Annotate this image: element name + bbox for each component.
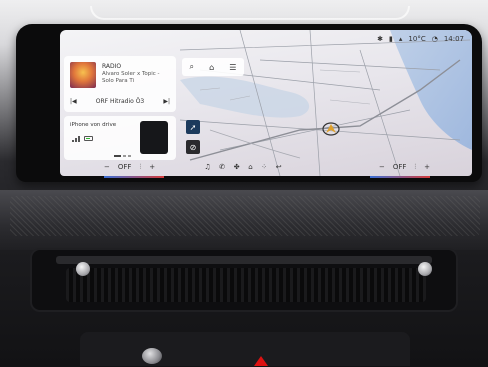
status-bar: ✱ ▮ ▴ 10°C ◔ 14:07 bbox=[377, 33, 464, 45]
page-indicator bbox=[114, 155, 131, 157]
media-track: Alvaro Soler x Topic - Solo Para Ti bbox=[102, 71, 160, 84]
infotainment-screen: ✱ ▮ ▴ 10°C ◔ 14:07 RADIO Alvaro Soler x … bbox=[60, 30, 472, 176]
skip-back-icon[interactable]: |◀ bbox=[70, 98, 77, 105]
climate-indicator-right bbox=[370, 176, 430, 178]
volume-knob[interactable] bbox=[142, 348, 162, 364]
back-icon[interactable]: ↩ bbox=[276, 163, 282, 171]
phone-device-icon bbox=[140, 121, 168, 154]
phone-icon[interactable]: ✆ bbox=[219, 163, 225, 171]
phone-label: iPhone von drive bbox=[70, 122, 117, 128]
signal-icon bbox=[72, 136, 80, 142]
vent-knob-left[interactable] bbox=[76, 262, 90, 276]
phone-widget[interactable]: iPhone von drive bbox=[64, 116, 176, 160]
bluetooth-icon: ✱ bbox=[377, 35, 384, 43]
apps-icon[interactable]: ⁘ bbox=[261, 163, 267, 171]
climate-left: − OFF ⫶ + bbox=[104, 163, 155, 172]
navigation-arrow-icon bbox=[322, 122, 340, 136]
map-toolbar: ⌕ ⌂ ☰ bbox=[182, 58, 244, 76]
temp-value-right: OFF bbox=[392, 163, 407, 171]
battery-icon bbox=[84, 136, 93, 141]
clock: 14:07 bbox=[443, 35, 464, 43]
car-interior-scene: ✱ ▮ ▴ 10°C ◔ 14:07 RADIO Alvaro Soler x … bbox=[0, 0, 488, 367]
app-dock: ♫ ✆ ✤ ⌂ ⁘ ↩ bbox=[200, 163, 286, 171]
search-icon[interactable]: ⌕ bbox=[190, 62, 194, 72]
map-layer-button[interactable]: ⊘ bbox=[186, 140, 200, 154]
climate-indicator-left bbox=[104, 176, 164, 178]
climate-right: − OFF ⫶ + bbox=[379, 163, 430, 172]
temp-decrease-right[interactable]: − bbox=[379, 163, 385, 171]
vent-knob-right[interactable] bbox=[418, 262, 432, 276]
temp-increase-left[interactable]: + bbox=[149, 163, 155, 171]
temperature-readout: 10°C bbox=[408, 35, 426, 43]
dashboard-texture bbox=[10, 196, 480, 236]
wifi-icon: ◔ bbox=[431, 35, 438, 43]
temp-value-left: OFF bbox=[117, 163, 132, 171]
album-art bbox=[70, 62, 96, 88]
ceiling-light bbox=[90, 6, 410, 20]
fan-icon[interactable]: ✤ bbox=[234, 163, 240, 171]
battery-icon: ▮ bbox=[389, 35, 393, 43]
station-name: ORF Hitradio Ö3 bbox=[95, 97, 145, 105]
media-widget[interactable]: RADIO Alvaro Soler x Topic - Solo Para T… bbox=[64, 56, 176, 112]
home-icon[interactable]: ⌂ bbox=[248, 163, 252, 171]
temp-decrease-left[interactable]: − bbox=[104, 163, 110, 171]
signal-icon: ▴ bbox=[398, 35, 403, 43]
climate-dock: − OFF ⫶ + ♫ ✆ ✤ ⌂ ⁘ ↩ − OFF ⫶ + bbox=[60, 158, 472, 176]
seat-heat-right-icon[interactable]: ⫶ bbox=[414, 163, 416, 172]
skip-forward-icon[interactable]: ▶| bbox=[163, 98, 170, 105]
lower-console bbox=[80, 332, 410, 366]
map-orientation-button[interactable]: ➚ bbox=[186, 120, 200, 134]
media-controls: |◀ ORF Hitradio Ö3 ▶| bbox=[70, 96, 170, 106]
music-icon[interactable]: ♫ bbox=[204, 163, 210, 171]
air-vent-slats[interactable] bbox=[66, 268, 426, 302]
media-source: RADIO bbox=[102, 63, 122, 70]
vent-trim bbox=[56, 256, 432, 264]
temp-increase-right[interactable]: + bbox=[424, 163, 430, 171]
home-icon[interactable]: ⌂ bbox=[209, 63, 214, 72]
seat-heat-left-icon[interactable]: ⫶ bbox=[139, 163, 141, 172]
list-icon[interactable]: ☰ bbox=[229, 63, 236, 72]
